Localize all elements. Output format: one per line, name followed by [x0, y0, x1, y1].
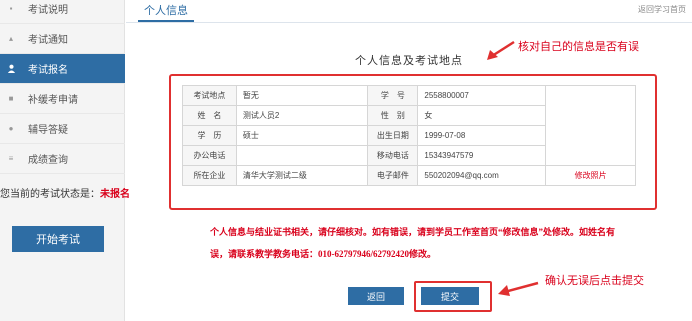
back-to-home-link[interactable]: 返回学习首页 [638, 4, 686, 15]
sidebar-item-exam-notice[interactable]: ▴ 考试通知 [0, 24, 125, 54]
tab-personal-info[interactable]: 个人信息 [138, 0, 194, 22]
office-phone-label: 办公电话 [182, 145, 237, 166]
education-value: 硕士 [235, 125, 369, 146]
gender-value: 女 [417, 105, 547, 126]
email-value: 550202094@qq.com [417, 165, 547, 186]
exam-status: 您当前的考试状态是：未报名 [0, 185, 130, 200]
table-row: 考试地点 暂无 学 号 2558800007 [182, 85, 636, 166]
annotation-check-info: 核对自己的信息是否有误 [518, 41, 639, 53]
page-title: 个人信息及考试地点 [355, 55, 463, 67]
document-icon: ▪ [9, 4, 13, 13]
name-value: 测试人员2 [235, 105, 369, 126]
notice-line-1: 个人信息与结业证书相关，请仔细核对。如有错误，请到学员工作室首页“修改信息”处修… [210, 227, 616, 237]
gender-label: 性 别 [367, 105, 419, 126]
student-id-value: 2558800007 [417, 85, 547, 106]
exam-status-value: 未报名 [100, 189, 130, 200]
user-icon [6, 64, 16, 74]
info-notice: 个人信息与结业证书相关，请仔细核对。如有错误，请到学员工作室首页“修改信息”处修… [210, 221, 640, 265]
education-label: 学 历 [182, 125, 237, 146]
notice-line-2: 误，请联系教学教务电话：010-62797946/62792420修改。 [210, 249, 436, 259]
sidebar-item-score-query[interactable]: ≡ 成绩查询 [0, 144, 125, 174]
sidebar-item-label: 考试说明 [28, 5, 68, 16]
submit-button[interactable]: 提交 [421, 287, 479, 305]
company-value: 清华大学测试二级 [235, 165, 369, 186]
photo-link-cell: 修改照片 [545, 165, 636, 186]
exam-location-value: 暂无 [235, 85, 369, 106]
table-row: 所在企业 清华大学测试二级 电子邮件 550202094@qq.com 修改照片 [182, 165, 636, 186]
exam-location-label: 考试地点 [182, 85, 237, 106]
start-exam-button[interactable]: 开始考试 [12, 226, 104, 252]
sidebar-item-label: 补缓考申请 [28, 95, 78, 106]
photo-cell [545, 85, 636, 166]
sidebar-item-exam-registration[interactable]: 考试报名 [0, 54, 125, 84]
annotation-confirm-submit: 确认无误后点击提交 [545, 275, 644, 287]
back-button[interactable]: 返回 [348, 287, 404, 305]
annotation-arrow-bottom-icon [498, 281, 539, 296]
student-id-label: 学 号 [367, 85, 419, 106]
sidebar-item-label: 考试报名 [28, 65, 68, 76]
edit-photo-link[interactable]: 修改照片 [575, 171, 607, 180]
birth-date-value: 1999-07-08 [417, 125, 547, 146]
sidebar-item-tutoring-qa[interactable]: ● 辅导答疑 [0, 114, 125, 144]
email-label: 电子邮件 [367, 165, 419, 186]
annotation-arrow-top-icon [487, 40, 515, 60]
sidebar-item-exam-info[interactable]: ▪ 考试说明 [0, 0, 125, 24]
company-label: 所在企业 [182, 165, 237, 186]
office-phone-value [235, 145, 369, 166]
name-label: 姓 名 [182, 105, 237, 126]
sidebar: ▪ 考试说明 ▴ 考试通知 考试报名 ■ 补缓考申请 ● 辅导答疑 ≡ 成绩查询… [0, 0, 130, 321]
bell-icon: ▴ [8, 34, 13, 43]
birth-date-label: 出生日期 [367, 125, 419, 146]
mobile-phone-label: 移动电话 [367, 145, 419, 166]
mobile-phone-value: 15343947579 [417, 145, 547, 166]
question-icon: ● [8, 124, 14, 133]
personal-info-table: 考试地点 暂无 学 号 2558800007 姓 名 测试人员2 性 别 女 学… [182, 85, 636, 186]
sidebar-item-label: 成绩查询 [28, 155, 68, 166]
sidebar-item-label: 考试通知 [28, 35, 68, 46]
list-icon: ≡ [8, 154, 14, 163]
tab-divider [126, 22, 692, 23]
sidebar-item-label: 辅导答疑 [28, 125, 68, 136]
square-icon: ■ [8, 94, 14, 103]
exam-status-label: 您当前的考试状态是： [0, 189, 100, 200]
sidebar-item-makeup-application[interactable]: ■ 补缓考申请 [0, 84, 125, 114]
